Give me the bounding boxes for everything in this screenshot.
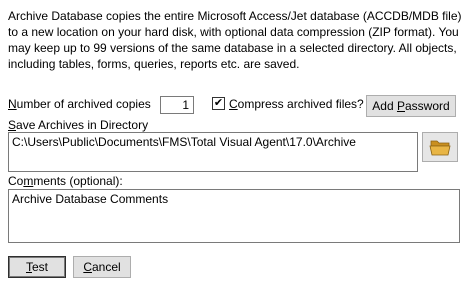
- copies-label-accesskey: N: [8, 97, 17, 111]
- directory-label: Save Archives in Directory: [8, 118, 148, 132]
- compress-checkbox[interactable]: ✔: [212, 97, 225, 110]
- compress-label[interactable]: Compress archived files?: [229, 97, 364, 111]
- copies-label-text: umber of archived copies: [16, 97, 151, 111]
- comments-value: Archive Database Comments: [12, 192, 169, 206]
- copies-input[interactable]: 1: [160, 96, 194, 114]
- comments-label-accesskey: m: [23, 174, 34, 188]
- copies-label: Number of archived copies: [8, 97, 151, 111]
- add-password-label-pre: Add: [372, 99, 397, 113]
- cancel-button[interactable]: Cancel: [73, 256, 131, 278]
- add-password-accesskey: P: [396, 99, 405, 113]
- directory-label-accesskey: S: [8, 118, 17, 132]
- test-button[interactable]: Test: [8, 256, 66, 278]
- folder-icon: [429, 140, 451, 156]
- compress-label-accesskey: C: [229, 97, 238, 111]
- directory-value: C:\Users\Public\Documents\FMS\Total Visu…: [12, 135, 356, 149]
- cancel-accesskey: C: [83, 260, 92, 274]
- description-text: Archive Database copies the entire Micro…: [8, 9, 462, 71]
- comments-label: Comments (optional):: [8, 174, 123, 188]
- add-password-label-rest: assword: [405, 99, 450, 113]
- comments-textarea[interactable]: Archive Database Comments: [8, 189, 460, 243]
- add-password-button[interactable]: Add Password: [366, 95, 456, 117]
- directory-field[interactable]: C:\Users\Public\Documents\FMS\Total Visu…: [8, 132, 418, 172]
- checkmark-icon: ✔: [213, 97, 224, 109]
- comments-label-rest: ments (optional):: [33, 174, 123, 188]
- browse-folder-button[interactable]: [422, 132, 458, 162]
- compress-label-text: ompress archived files?: [237, 97, 364, 111]
- comments-label-pre: Co: [8, 174, 24, 188]
- directory-label-text: ave Archives in Directory: [16, 118, 149, 132]
- test-label-rest: est: [31, 260, 48, 274]
- cancel-label-rest: ancel: [91, 260, 121, 274]
